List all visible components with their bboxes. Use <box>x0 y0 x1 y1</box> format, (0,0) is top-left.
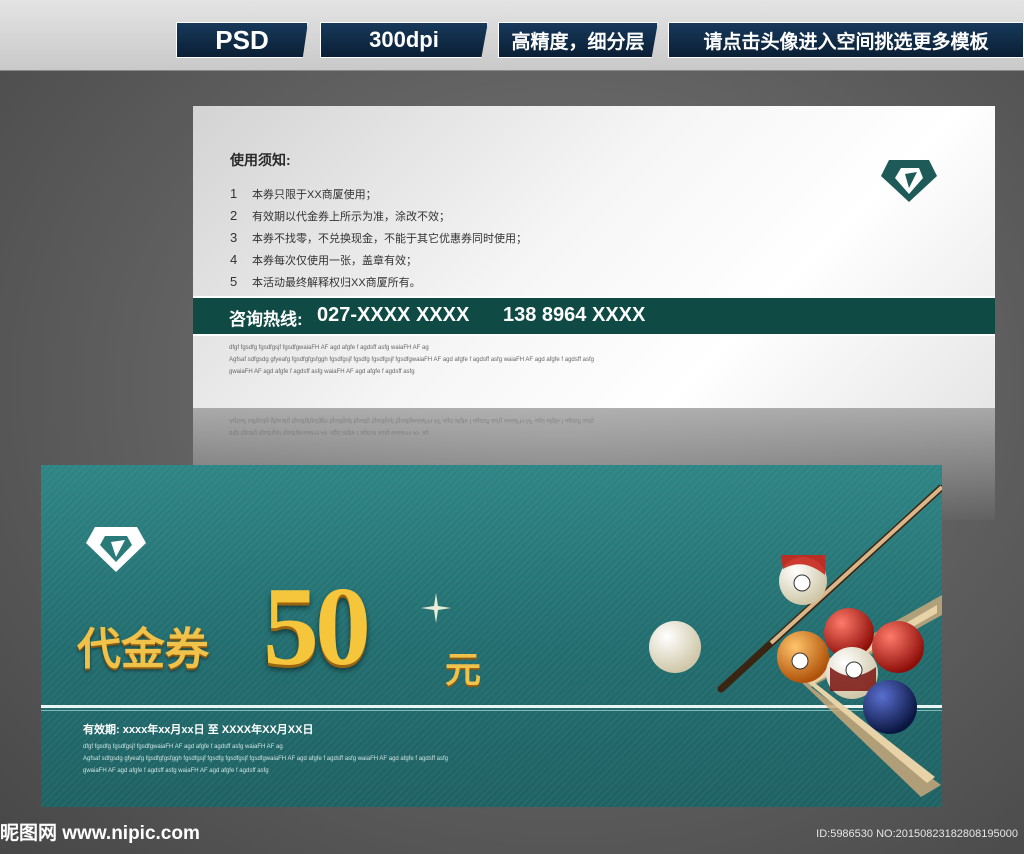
site-watermark: 昵图网 www.nipic.com <box>0 823 200 844</box>
diamond-logo-icon <box>881 160 937 202</box>
back-fine-print: dfgf fgsdfg fgsdfgsjf fgsdfgwaiaFH AF ag… <box>229 345 594 375</box>
voucher-amount: 50 <box>263 565 371 689</box>
usage-notes-title: 使用须知: <box>230 152 291 168</box>
rule-item: 3 本券不找零，不兑换现金，不能于其它优惠券同时使用； <box>230 230 527 245</box>
image-id: ID:5986530 NO:20150823182808195000 <box>816 828 1018 840</box>
rule-item: 5 本活动最终解释权归XX商厦所有。 <box>230 274 421 289</box>
rule-item: 2 有效期以代金券上所示为准，涂改不效； <box>230 208 450 223</box>
tab-dpi: 300dpi <box>320 22 488 58</box>
diamond-logo-icon <box>86 527 146 572</box>
tab-precision: 高精度，细分层 <box>498 22 658 58</box>
rule-item: 4 本券每次仅使用一张，盖章有效； <box>230 252 417 267</box>
voucher-back: 使用须知: 1 本券只限于XX商厦使用； 2 有效期以代金券上所示为准，涂改不效； … <box>193 106 995 408</box>
tab-psd: PSD <box>176 22 308 58</box>
hotline-bar: 咨询热线: 027-XXXX XXXX 138 8964 XXXX <box>193 296 995 336</box>
tab-more-templates[interactable]: 请点击头像进入空间挑选更多模板 <box>668 22 1024 58</box>
front-fine-print: dfgf fgsdfg fgsdfgsjf fgsdfgwaiaFH AF ag… <box>83 744 448 774</box>
validity-period: 有效期: xxxx年xx月xx日 至 XXXX年XX月XX日 <box>83 724 314 736</box>
hotline-number-landline: 027-XXXX XXXX <box>317 304 470 326</box>
top-banner: PSD 300dpi 高精度，细分层 请点击头像进入空间挑选更多模板 <box>0 0 1024 71</box>
hotline-label: 咨询热线: <box>229 310 303 329</box>
hotline-number-mobile: 138 8964 XXXX <box>503 304 646 326</box>
voucher-label: 代金券 <box>77 625 209 674</box>
sparkle-icon <box>421 593 451 623</box>
currency-unit: 元 <box>445 649 482 690</box>
rule-item: 1 本券只限于XX商厦使用； <box>230 186 377 201</box>
billiard-balls-illustration <box>649 485 942 797</box>
voucher-front: 代金券 50 元 有效期: xxxx年xx月xx日 至 XXXX年XX月XX日 … <box>41 465 942 807</box>
